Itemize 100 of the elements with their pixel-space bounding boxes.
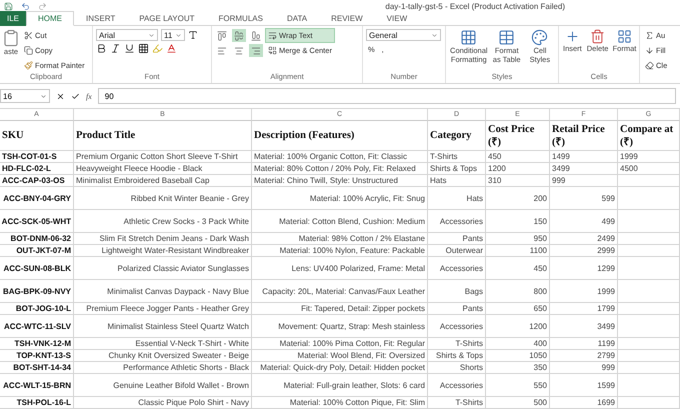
table-cell: 2799 bbox=[550, 350, 618, 362]
align-center-icon bbox=[234, 46, 244, 56]
table-cell: Performance Athletic Shorts - Black bbox=[74, 362, 252, 374]
table-cell: Hats bbox=[428, 175, 486, 187]
table-cell: Classic Pique Polo Shirt - Navy bbox=[74, 397, 252, 409]
table-cell bbox=[618, 210, 680, 233]
table-cell bbox=[618, 338, 680, 350]
table-cell: 1999 bbox=[550, 280, 618, 303]
table-cell: Chunky Knit Oversized Sweater - Beige bbox=[74, 350, 252, 362]
sigma-icon bbox=[645, 31, 654, 40]
table-cell: TSH-VNK-12-M bbox=[0, 338, 74, 350]
name-box[interactable]: 16 bbox=[0, 89, 50, 104]
undo-icon bbox=[21, 2, 30, 11]
table-cell: ACC-WLT-15-BRN bbox=[0, 374, 74, 397]
table-cell bbox=[618, 175, 680, 187]
table-cell bbox=[618, 362, 680, 374]
table-cell: 800 bbox=[486, 280, 550, 303]
table-cell: ACC-SUN-08-BLK bbox=[0, 257, 74, 280]
file-tab[interactable]: ILE bbox=[0, 10, 26, 26]
ribbon-tab[interactable]: FORMULAS bbox=[206, 10, 275, 26]
table-cell: 350 bbox=[486, 362, 550, 374]
horizontal-align-button[interactable] bbox=[249, 44, 263, 58]
table-cell: 1299 bbox=[550, 257, 618, 280]
ribbon-tab[interactable]: INSERT bbox=[74, 10, 128, 26]
table-cell: Genuine Leather Bifold Wallet - Brown bbox=[74, 374, 252, 397]
table-cell: 200 bbox=[486, 187, 550, 210]
align-middle-icon bbox=[234, 30, 244, 41]
save-icon bbox=[4, 2, 13, 11]
insert-function-button[interactable]: fx bbox=[86, 92, 92, 101]
table-cell: Material: 100% Organic Cotton, Fit: Classic bbox=[252, 151, 428, 163]
table-cell: Minimalist Stainless Steel Quartz Watch bbox=[74, 315, 252, 338]
vertical-align-button[interactable] bbox=[215, 29, 229, 42]
font-name-field[interactable]: Arial bbox=[96, 29, 158, 42]
vertical-align-button[interactable] bbox=[232, 29, 246, 42]
cancel-icon bbox=[56, 92, 65, 101]
header-cell: Product Title bbox=[74, 121, 252, 151]
table-cell: Accessories bbox=[428, 257, 486, 280]
table-cell bbox=[618, 233, 680, 245]
table-cell: 2999 bbox=[550, 245, 618, 257]
table-cell: 499 bbox=[550, 210, 618, 233]
header-cell: Compare at (₹) bbox=[618, 121, 680, 151]
ribbon-tab[interactable]: PAGE LAYOUT bbox=[127, 10, 206, 26]
table-cell bbox=[618, 280, 680, 303]
underline-icon bbox=[124, 43, 135, 54]
table-cell: 1050 bbox=[486, 350, 550, 362]
table-cell: Heavyweight Fleece Hoodie - Black bbox=[74, 163, 252, 175]
table-cell: 3499 bbox=[550, 163, 618, 175]
table-cell: 150 bbox=[486, 210, 550, 233]
table-cell: ACC-BNY-04-GRY bbox=[0, 187, 74, 210]
table-cell: 1599 bbox=[550, 374, 618, 397]
table-cell: Material: Full-grain leather, Slots: 6 card bbox=[252, 374, 428, 397]
table-cell: OUT-JKT-07-M bbox=[0, 245, 74, 257]
number-format-field[interactable]: General bbox=[366, 29, 441, 42]
table-cell: 1200 bbox=[486, 315, 550, 338]
vertical-align-button[interactable] bbox=[249, 29, 263, 42]
table-cell: 2499 bbox=[550, 233, 618, 245]
font-size-field[interactable]: 11 bbox=[161, 29, 185, 42]
italic-icon bbox=[110, 43, 121, 54]
table-cell bbox=[618, 350, 680, 362]
table-cell: 1199 bbox=[550, 338, 618, 350]
table-cell: Lens: UV400 Polarized, Frame: Metal bbox=[252, 257, 428, 280]
merge-icon bbox=[268, 46, 277, 56]
bold-icon bbox=[96, 43, 107, 54]
table-cell: 999 bbox=[550, 362, 618, 374]
table-cell: Pants bbox=[428, 303, 486, 315]
align-left-icon bbox=[217, 46, 227, 56]
table-cell: Ribbed Knit Winter Beanie - Grey bbox=[74, 187, 252, 210]
arrow-down-icon bbox=[645, 46, 654, 56]
header-cell: SKU bbox=[0, 121, 74, 151]
fill-color-icon bbox=[152, 43, 163, 54]
align-bottom-icon bbox=[251, 30, 261, 41]
table-cell: Shirts & Tops bbox=[428, 163, 486, 175]
ribbon-tab[interactable]: HOME bbox=[26, 10, 74, 26]
grid-icon bbox=[616, 29, 632, 44]
table-cell: 599 bbox=[550, 187, 618, 210]
ribbon-tab[interactable]: REVIEW bbox=[319, 10, 375, 26]
table-cell: 1699 bbox=[550, 397, 618, 409]
table-cell: Material: 98% Cotton / 2% Elastane bbox=[252, 233, 428, 245]
table-cell bbox=[618, 397, 680, 409]
table-cell: Material: 100% Acrylic, Fit: Snug bbox=[252, 187, 428, 210]
table-cell: Material: 80% Cotton / 20% Poly, Fit: Relaxed bbox=[252, 163, 428, 175]
table-cell: 4500 bbox=[618, 163, 680, 175]
table-cell: TOP-KNT-13-S bbox=[0, 350, 74, 362]
table-cell: 1999 bbox=[618, 151, 680, 163]
table-cell: Accessories bbox=[428, 210, 486, 233]
table-cell: Minimalist Embroidered Baseball Cap bbox=[74, 175, 252, 187]
table-cell bbox=[618, 374, 680, 397]
copy-icon bbox=[24, 46, 33, 56]
table-cell: Athletic Crew Socks - 3 Pack White bbox=[74, 210, 252, 233]
table-cell bbox=[618, 245, 680, 257]
formula-field[interactable]: 90 bbox=[98, 88, 676, 104]
borders-icon bbox=[138, 43, 149, 54]
table-cell: 1499 bbox=[550, 151, 618, 163]
ribbon-tab[interactable]: VIEW bbox=[374, 10, 420, 26]
redo-icon bbox=[38, 2, 47, 11]
ribbon-tab[interactable]: DATA bbox=[274, 10, 320, 26]
paintbrush-icon bbox=[24, 61, 33, 70]
table-cell: Minimalist Canvas Daypack - Navy Blue bbox=[74, 280, 252, 303]
wrap-text-icon bbox=[268, 31, 277, 40]
trash-icon bbox=[590, 29, 606, 44]
